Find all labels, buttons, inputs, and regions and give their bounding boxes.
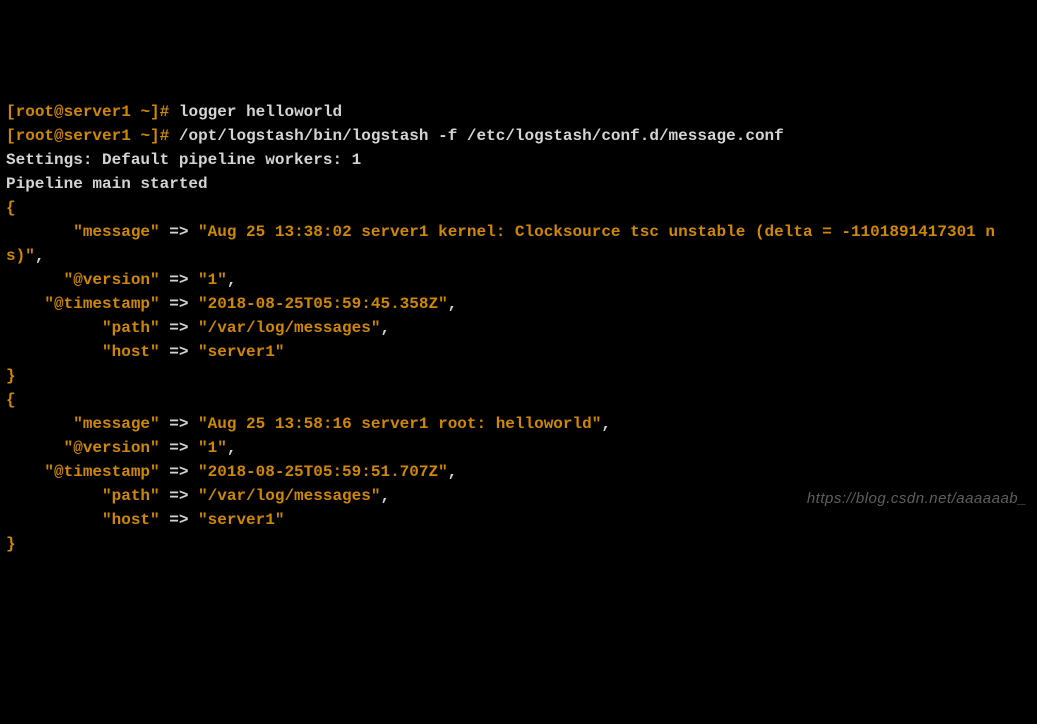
event-key-host: "host" bbox=[102, 343, 160, 361]
event-key-version: "@version" bbox=[64, 439, 160, 457]
comma: , bbox=[601, 415, 611, 433]
arrow: => bbox=[160, 487, 198, 505]
arrow: => bbox=[160, 511, 198, 529]
event-key-timestamp: "@timestamp" bbox=[44, 463, 159, 481]
comma: , bbox=[380, 487, 390, 505]
event-val-message: "Aug 25 13:58:16 server1 root: helloworl… bbox=[198, 415, 601, 433]
event-key-path: "path" bbox=[102, 319, 160, 337]
event-key-timestamp: "@timestamp" bbox=[44, 295, 159, 313]
arrow: => bbox=[160, 343, 198, 361]
prompt-at: @ bbox=[54, 127, 64, 145]
event-val-host: "server1" bbox=[198, 343, 284, 361]
brace-close: } bbox=[6, 535, 16, 553]
event-val-version: "1" bbox=[198, 271, 227, 289]
event-key-path: "path" bbox=[102, 487, 160, 505]
prompt-user: root bbox=[16, 127, 54, 145]
event-val-path: "/var/log/messages" bbox=[198, 319, 380, 337]
arrow: => bbox=[160, 223, 198, 241]
event-key-host: "host" bbox=[102, 511, 160, 529]
comma: , bbox=[227, 271, 237, 289]
comma: , bbox=[448, 295, 458, 313]
command-logger: logger helloworld bbox=[179, 103, 342, 121]
prompt-path: ~ bbox=[131, 127, 150, 145]
event-key-message: "message" bbox=[73, 415, 159, 433]
arrow: => bbox=[160, 295, 198, 313]
event-val-host: "server1" bbox=[198, 511, 284, 529]
comma: , bbox=[227, 439, 237, 457]
prompt-host: server1 bbox=[64, 103, 131, 121]
arrow: => bbox=[160, 319, 198, 337]
watermark-text: https://blog.csdn.net/aaaaaab_ bbox=[807, 488, 1027, 511]
prompt-close: ] bbox=[150, 103, 160, 121]
event-val-path: "/var/log/messages" bbox=[198, 487, 380, 505]
settings-output: Settings: Default pipeline workers: 1 bbox=[6, 151, 361, 169]
brace-open: { bbox=[6, 199, 16, 217]
event-val-timestamp: "2018-08-25T05:59:45.358Z" bbox=[198, 295, 448, 313]
comma: , bbox=[448, 463, 458, 481]
prompt-open: [ bbox=[6, 127, 16, 145]
comma: , bbox=[35, 247, 45, 265]
event-val-version: "1" bbox=[198, 439, 227, 457]
arrow: => bbox=[160, 439, 198, 457]
prompt-at: @ bbox=[54, 103, 64, 121]
pipeline-output: Pipeline main started bbox=[6, 175, 208, 193]
prompt-user: root bbox=[16, 103, 54, 121]
event-val-timestamp: "2018-08-25T05:59:51.707Z" bbox=[198, 463, 448, 481]
prompt-path: ~ bbox=[131, 103, 150, 121]
event-key-message: "message" bbox=[73, 223, 159, 241]
arrow: => bbox=[160, 415, 198, 433]
comma: , bbox=[380, 319, 390, 337]
prompt-symbol: # bbox=[160, 103, 179, 121]
command-logstash: /opt/logstash/bin/logstash -f /etc/logst… bbox=[179, 127, 784, 145]
prompt-host: server1 bbox=[64, 127, 131, 145]
brace-open: { bbox=[6, 391, 16, 409]
prompt-open: [ bbox=[6, 103, 16, 121]
prompt-close: ] bbox=[150, 127, 160, 145]
event-key-version: "@version" bbox=[64, 271, 160, 289]
brace-close: } bbox=[6, 367, 16, 385]
arrow: => bbox=[160, 463, 198, 481]
arrow: => bbox=[160, 271, 198, 289]
prompt-symbol: # bbox=[160, 127, 179, 145]
